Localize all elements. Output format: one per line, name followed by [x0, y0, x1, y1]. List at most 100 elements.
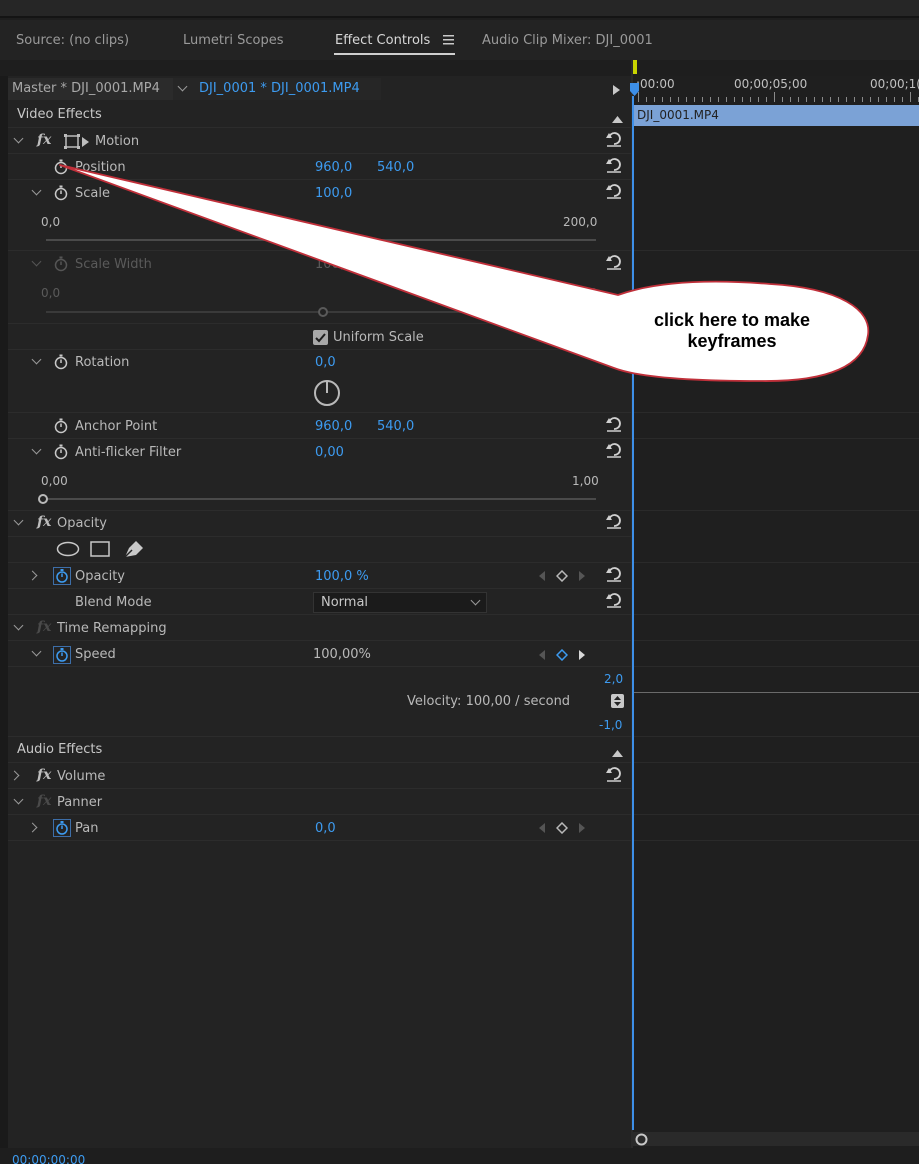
next-keyframe-icon[interactable]	[578, 822, 590, 834]
reset-icon[interactable]	[605, 130, 623, 148]
fx-toggle-icon[interactable]: fx	[37, 132, 51, 148]
row-separator	[8, 127, 631, 128]
previous-keyframe-icon[interactable]	[538, 570, 550, 582]
position-x-value[interactable]: 960,0	[315, 160, 352, 175]
row-separator	[8, 762, 631, 763]
stopwatch-icon[interactable]	[53, 418, 69, 434]
add-keyframe-icon[interactable]	[555, 569, 569, 583]
row-separator	[8, 640, 631, 641]
anti-flicker-slider-knob[interactable]	[38, 494, 48, 504]
ruler-tick	[758, 97, 759, 102]
stopwatch-active-icon[interactable]	[53, 567, 71, 585]
ruler-tick	[910, 92, 911, 102]
tab-lumetri-scopes[interactable]: Lumetri Scopes	[183, 33, 283, 48]
uniform-scale-checkbox[interactable]	[313, 330, 328, 345]
speed-graph-line[interactable]	[634, 692, 919, 693]
ruler-tick	[702, 97, 703, 102]
scale-slider-track[interactable]	[46, 239, 596, 241]
anchor-point-y-value[interactable]: 540,0	[377, 419, 414, 434]
timeline-ruler[interactable]	[634, 92, 919, 102]
previous-keyframe-icon[interactable]	[538, 649, 550, 661]
tab-effect-controls[interactable]: Effect Controls	[335, 33, 430, 48]
reset-icon[interactable]	[605, 565, 623, 583]
row-separator	[8, 614, 631, 615]
previous-keyframe-icon[interactable]	[538, 822, 550, 834]
anti-flicker-value[interactable]: 0,00	[315, 445, 344, 460]
ruler-tick	[854, 97, 855, 102]
ruler-tick	[862, 97, 863, 102]
reset-icon[interactable]	[605, 441, 623, 459]
scale-width-value: 100,0	[315, 257, 353, 272]
velocity-readout: Velocity: 100,00 / second	[407, 694, 571, 709]
pan-value[interactable]: 0,0	[315, 821, 336, 836]
ruler-tick	[750, 97, 751, 102]
uniform-scale-label: Uniform Scale	[333, 330, 424, 345]
reset-icon[interactable]	[605, 415, 623, 433]
anchor-point-x-value[interactable]: 960,0	[315, 419, 352, 434]
add-keyframe-icon[interactable]	[555, 648, 569, 662]
row-separator	[8, 323, 631, 324]
reset-icon[interactable]	[605, 591, 623, 609]
anti-flicker-min-label: 0,00	[41, 474, 68, 488]
reset-icon[interactable]	[605, 765, 623, 783]
row-separator	[8, 736, 631, 737]
ruler-tick	[774, 92, 775, 102]
fx-toggle-icon[interactable]: fx	[37, 767, 51, 783]
ruler-tick	[686, 97, 687, 102]
motion-transform-icon[interactable]	[64, 134, 90, 154]
callout-text: click here to make keyframes	[653, 310, 811, 351]
stopwatch-icon[interactable]	[53, 159, 69, 175]
row-separator	[8, 588, 631, 589]
ruler-tick	[654, 97, 655, 102]
collapse-up-icon[interactable]	[612, 112, 623, 127]
reset-icon[interactable]	[605, 182, 623, 200]
position-y-value[interactable]: 540,0	[377, 160, 414, 175]
stopwatch-icon[interactable]	[53, 185, 69, 201]
speed-value[interactable]: 100,00%	[313, 647, 371, 662]
panel-menu-icon[interactable]	[443, 34, 455, 45]
ruler-tick	[814, 97, 815, 102]
timeline-scrollbar[interactable]	[633, 1132, 919, 1146]
video-effects-header: Video Effects	[17, 107, 102, 122]
rectangle-mask-icon[interactable]	[90, 541, 110, 561]
anti-flicker-slider-track[interactable]	[46, 498, 596, 500]
rotation-value[interactable]: 0,0	[315, 355, 336, 370]
ruler-time-start: :00:00	[636, 77, 675, 91]
playhead-line[interactable]	[632, 96, 634, 1130]
row-separator	[8, 814, 631, 815]
reset-icon[interactable]	[605, 253, 623, 271]
fx-toggle-icon[interactable]: fx	[37, 514, 51, 530]
timeline-row-separator	[633, 814, 919, 815]
opacity-prop-value[interactable]: 100,0 %	[315, 569, 369, 584]
stopwatch-icon	[53, 256, 69, 272]
next-keyframe-icon[interactable]	[578, 570, 590, 582]
playhead-handle[interactable]	[629, 83, 641, 101]
stopwatch-active-icon[interactable]	[53, 646, 71, 664]
stopwatch-active-icon[interactable]	[53, 819, 71, 837]
anti-flicker-label: Anti-flicker Filter	[75, 445, 182, 460]
ruler-tick	[806, 97, 807, 102]
ruler-tick	[718, 97, 719, 102]
reset-icon[interactable]	[605, 156, 623, 174]
ruler-tick	[878, 97, 879, 102]
tab-source[interactable]: Source: (no clips)	[16, 33, 129, 48]
ellipse-mask-icon[interactable]	[56, 541, 80, 561]
next-keyframe-icon[interactable]	[578, 649, 590, 661]
ruler-tick	[710, 97, 711, 102]
work-area-marker[interactable]	[633, 60, 637, 74]
pen-mask-icon[interactable]	[123, 539, 145, 563]
add-keyframe-icon[interactable]	[555, 821, 569, 835]
ruler-time-end: 00;00;1(	[870, 77, 919, 91]
ruler-tick	[830, 97, 831, 102]
stopwatch-icon[interactable]	[53, 354, 69, 370]
graph-scale-icon[interactable]	[611, 694, 624, 712]
rotation-dial-icon[interactable]	[313, 379, 341, 411]
tab-audio-clip-mixer[interactable]: Audio Clip Mixer: DJI_0001	[482, 33, 653, 48]
scale-value[interactable]: 100,0	[315, 186, 352, 201]
rotation-label: Rotation	[75, 355, 130, 370]
stopwatch-icon[interactable]	[53, 444, 69, 460]
current-timecode[interactable]: 00:00:00:00	[12, 1153, 85, 1164]
collapse-up-icon[interactable]	[612, 746, 623, 761]
show-timeline-icon[interactable]	[613, 84, 621, 99]
reset-icon[interactable]	[605, 512, 623, 530]
